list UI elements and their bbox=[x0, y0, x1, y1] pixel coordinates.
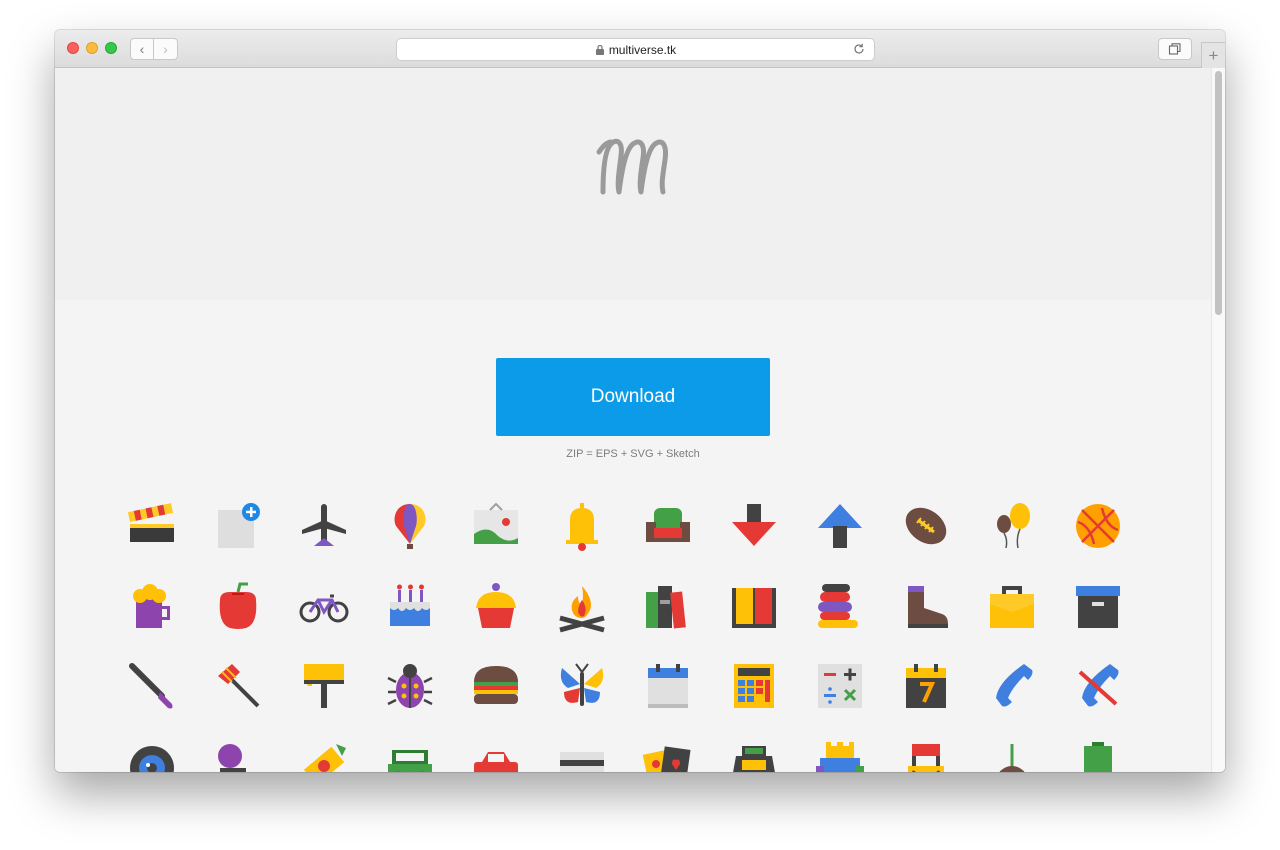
phone-icon[interactable] bbox=[984, 658, 1040, 714]
download-button[interactable]: Download bbox=[496, 358, 770, 436]
playing-cards-icon[interactable] bbox=[640, 738, 696, 772]
armchair-icon[interactable] bbox=[640, 498, 696, 554]
basketball-icon[interactable] bbox=[1070, 498, 1126, 554]
no-phone-icon[interactable] bbox=[1070, 658, 1126, 714]
formats-caption: ZIP = EPS + SVG + Sketch bbox=[566, 448, 700, 460]
address-bar[interactable]: multiverse.tk bbox=[396, 38, 875, 61]
calculator-icon[interactable] bbox=[726, 658, 782, 714]
battery-icon[interactable] bbox=[1070, 738, 1126, 772]
candy-icon[interactable] bbox=[296, 738, 352, 772]
bicycle-icon[interactable] bbox=[296, 578, 352, 634]
camera-lens-icon[interactable] bbox=[124, 738, 180, 772]
close-window-button[interactable] bbox=[67, 42, 79, 54]
archive-box-icon[interactable] bbox=[1070, 578, 1126, 634]
boot-icon[interactable] bbox=[898, 578, 954, 634]
cash-register-icon[interactable] bbox=[726, 738, 782, 772]
briefcase-icon[interactable] bbox=[984, 578, 1040, 634]
campfire-icon[interactable] bbox=[554, 578, 610, 634]
chevron-right-icon: › bbox=[163, 41, 168, 57]
hot-air-balloon-icon[interactable] bbox=[382, 498, 438, 554]
castle-icon[interactable] bbox=[812, 738, 868, 772]
tabs-overview-icon bbox=[1168, 43, 1181, 55]
video-camera-icon[interactable] bbox=[210, 738, 266, 772]
open-book-icon[interactable] bbox=[726, 578, 782, 634]
car-icon[interactable] bbox=[468, 738, 524, 772]
maximize-window-button[interactable] bbox=[105, 42, 117, 54]
reload-icon[interactable] bbox=[852, 42, 866, 56]
url-text: multiverse.tk bbox=[608, 42, 677, 57]
credit-card-icon[interactable] bbox=[554, 738, 610, 772]
bell-icon[interactable] bbox=[554, 498, 610, 554]
calendar-icon[interactable] bbox=[640, 658, 696, 714]
scrollbar-thumb[interactable] bbox=[1215, 71, 1222, 315]
airplane-icon[interactable] bbox=[296, 498, 352, 554]
arrow-down-icon[interactable] bbox=[726, 498, 782, 554]
director-chair-icon[interactable] bbox=[898, 738, 954, 772]
cherry-icon[interactable] bbox=[984, 738, 1040, 772]
paintbrush-icon[interactable] bbox=[124, 658, 180, 714]
calendar-seven-icon[interactable] bbox=[898, 658, 954, 714]
plus-icon: + bbox=[1208, 45, 1219, 65]
browser-toolbar: ‹ › multiverse.tk + bbox=[55, 30, 1225, 68]
american-football-icon[interactable] bbox=[898, 498, 954, 554]
scrollbar[interactable] bbox=[1211, 68, 1225, 772]
forward-button[interactable]: › bbox=[154, 38, 178, 60]
broom-icon[interactable] bbox=[210, 658, 266, 714]
show-tabs-button[interactable] bbox=[1158, 38, 1192, 60]
stacked-books-icon[interactable] bbox=[812, 578, 868, 634]
bell-pepper-icon[interactable] bbox=[210, 578, 266, 634]
picture-icon[interactable] bbox=[468, 498, 524, 554]
minimize-window-button[interactable] bbox=[86, 42, 98, 54]
hero-banner bbox=[55, 68, 1225, 300]
arrow-up-icon[interactable] bbox=[812, 498, 868, 554]
back-button[interactable]: ‹ bbox=[130, 38, 154, 60]
jeep-icon[interactable] bbox=[382, 738, 438, 772]
birthday-cake-icon[interactable] bbox=[382, 578, 438, 634]
multiverse-m-logo-icon bbox=[596, 138, 668, 195]
browser-window: ‹ › multiverse.tk + Download ZIP = EPS +… bbox=[55, 30, 1225, 772]
burger-icon[interactable] bbox=[468, 658, 524, 714]
balloons-icon[interactable] bbox=[984, 498, 1040, 554]
add-document-icon[interactable] bbox=[210, 498, 266, 554]
beer-mug-icon[interactable] bbox=[124, 578, 180, 634]
new-tab-button[interactable]: + bbox=[1201, 42, 1225, 68]
page-content: Download ZIP = EPS + SVG + Sketch bbox=[55, 68, 1225, 772]
math-operations-icon[interactable] bbox=[812, 658, 868, 714]
chevron-left-icon: ‹ bbox=[139, 41, 145, 57]
clapperboard-icon[interactable] bbox=[124, 498, 180, 554]
cupcake-icon[interactable] bbox=[468, 578, 524, 634]
bug-icon[interactable] bbox=[382, 658, 438, 714]
books-icon[interactable] bbox=[640, 578, 696, 634]
lock-icon bbox=[595, 44, 604, 55]
paint-roller-icon[interactable] bbox=[296, 658, 352, 714]
main-section: Download ZIP = EPS + SVG + Sketch bbox=[55, 300, 1225, 772]
butterfly-icon[interactable] bbox=[554, 658, 610, 714]
